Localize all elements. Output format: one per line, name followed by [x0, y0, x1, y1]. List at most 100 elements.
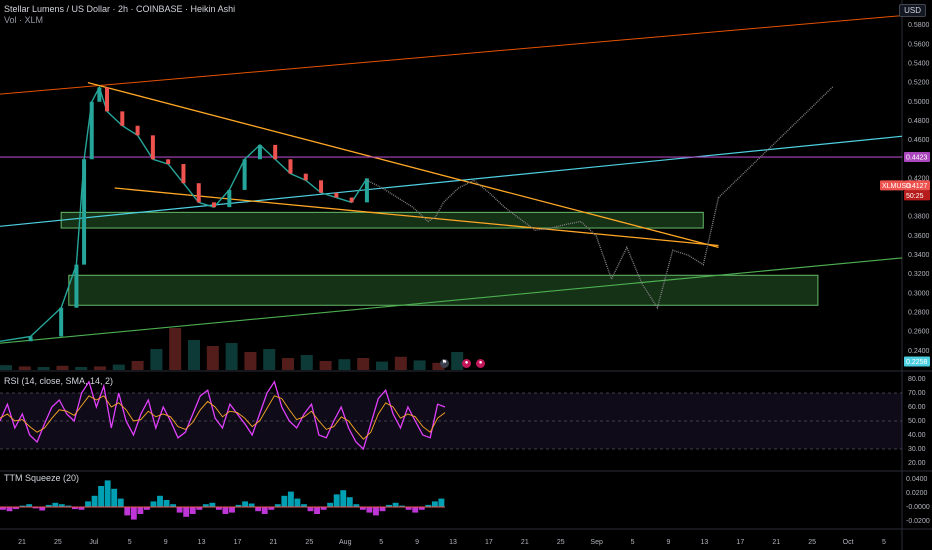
candle	[28, 336, 33, 342]
ttm-bar	[366, 507, 373, 513]
price-tick-label: 0.2800	[908, 310, 930, 317]
volume-bar	[394, 356, 407, 370]
ttm-bar	[261, 507, 268, 514]
ttm-tick-label: 0.0400	[906, 476, 928, 483]
time-tick-label: 25	[557, 539, 565, 546]
ttm-bar	[307, 507, 314, 512]
upper-support-zone	[60, 211, 704, 229]
candle	[196, 183, 201, 203]
ttm-bar	[412, 507, 419, 513]
ttm-bar	[137, 507, 144, 514]
ttm-legend[interactable]: TTM Squeeze (20)	[4, 473, 79, 483]
time-tick-label: 21	[270, 539, 278, 546]
candle	[89, 101, 94, 160]
ttm-bar	[327, 502, 334, 507]
price-tick-label: 0.3000	[908, 290, 930, 297]
candle	[288, 159, 293, 174]
candle	[166, 159, 171, 165]
time-tick-label: Aug	[339, 539, 352, 546]
ttm-bar	[52, 502, 59, 507]
price-tick-label: 0.3600	[908, 233, 930, 240]
time-tick-label: 9	[164, 539, 168, 546]
symbol-tag-text: XLMUSD	[882, 183, 911, 190]
ttm-bar	[157, 495, 163, 507]
price-tick-label: 0.4800	[908, 118, 930, 125]
candle	[303, 173, 308, 181]
ttm-bar	[294, 498, 301, 507]
low-price-tag: 0.2258	[904, 356, 930, 367]
symbol-title[interactable]: Stellar Lumens / US Dollar · 2h · COINBA…	[4, 4, 235, 14]
volume-bar	[188, 340, 200, 370]
volume-bar	[37, 367, 50, 370]
price-axis: 0.5800 0.5600 0.5400 0.5200 0.5000 0.4800 0.46…	[906, 22, 930, 525]
chart-canvas[interactable]: 0.5800 0.5600 0.5400 0.5200 0.5000 0.4800 0.46…	[0, 0, 932, 550]
level-price-tag-text: 0.4423	[906, 155, 928, 162]
time-tick-label: Jul	[89, 539, 98, 546]
ttm-panel	[0, 480, 445, 520]
ttm-bar	[6, 507, 13, 512]
price-tick-label: 0.5800	[908, 22, 930, 29]
projection-path	[718, 85, 834, 199]
ttm-bar	[255, 507, 262, 512]
candle	[319, 180, 324, 193]
ttm-bar	[150, 501, 157, 507]
price-tick-label: 0.5000	[908, 99, 930, 106]
time-tick-label: 9	[415, 539, 419, 546]
volume-bar	[282, 358, 294, 370]
price-tick-label: 0.4600	[908, 137, 930, 144]
volume-bar	[376, 361, 388, 370]
event-marker-icon[interactable]: ●	[476, 359, 485, 368]
red-channel-line	[0, 15, 903, 95]
volume-bar	[150, 349, 163, 370]
candle	[257, 144, 262, 160]
rsi-legend[interactable]: RSI (14, close, SMA, 14, 2)	[4, 376, 113, 386]
ttm-bar	[98, 486, 105, 507]
ttm-bar	[222, 507, 229, 514]
ttm-bar	[281, 495, 288, 507]
price-tick-label: 0.3400	[908, 252, 930, 259]
rsi-tick-label: 60.00	[908, 404, 926, 411]
price-tick-label: 0.3800	[908, 214, 930, 221]
ttm-bar	[242, 501, 249, 507]
event-marker-icon[interactable]: ●	[462, 359, 471, 368]
time-tick-label: 21	[772, 539, 780, 546]
rsi-tick-label: 30.00	[908, 446, 926, 453]
ttm-bar	[176, 507, 183, 513]
ttm-bar	[314, 507, 321, 514]
time-tick-label: Sep	[590, 539, 603, 546]
time-tick-label: 13	[449, 539, 457, 546]
candle	[334, 192, 339, 198]
price-tick-label: 0.5600	[908, 41, 930, 48]
countdown-tag: 50:25	[904, 190, 930, 201]
rsi-tick-label: 20.00	[908, 460, 926, 467]
ttm-bar	[392, 502, 399, 507]
low-price-tag-text: 0.2258	[906, 359, 928, 366]
candle	[349, 197, 354, 203]
volume-bar	[18, 366, 31, 370]
ttm-bar	[209, 502, 216, 507]
ttm-tick-label: 0.0200	[906, 490, 928, 497]
ttm-bar	[91, 495, 98, 507]
volume-bar	[112, 364, 125, 370]
time-tick-label: 17	[485, 539, 493, 546]
ttm-bar	[130, 507, 137, 520]
volume-bar	[338, 359, 351, 370]
volume-bar	[169, 328, 182, 370]
level-price-tag: 0.4423	[904, 152, 930, 163]
currency-button[interactable]: USD	[899, 4, 926, 17]
volume-bar	[300, 355, 313, 370]
volume-bars	[0, 328, 464, 370]
ttm-bar	[163, 500, 170, 507]
flag-icon[interactable]: ⚑	[440, 359, 449, 368]
ttm-bar	[340, 490, 347, 507]
volume-bar	[206, 346, 219, 370]
price-tick-label: 0.5200	[908, 80, 930, 87]
volume-legend[interactable]: Vol · XLM	[4, 15, 43, 25]
candle	[120, 111, 125, 126]
ttm-tick-label: -0.0000	[906, 504, 930, 511]
time-axis: 21 25 Jul 5 9 13 17 21 25 Aug 5 9 13 17 21 25 Sep 5 9 13 17 2…	[18, 539, 886, 546]
time-tick-label: 5	[128, 539, 132, 546]
candle	[273, 144, 278, 160]
price-tick-label: 0.5400	[908, 60, 930, 67]
time-tick-label: 17	[234, 539, 242, 546]
